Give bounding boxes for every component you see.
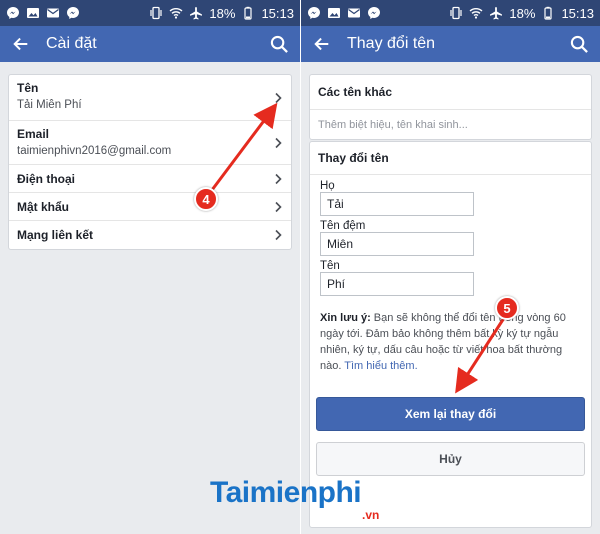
messenger-icon xyxy=(6,6,20,20)
name-fields: Họ Tên đệm Tên xyxy=(310,180,591,296)
chevron-right-icon xyxy=(275,173,282,184)
watermark-logo: Taimienphi .vn xyxy=(210,476,410,526)
vibrate-icon xyxy=(149,6,163,20)
messenger-icon xyxy=(367,6,381,20)
last-name-input[interactable] xyxy=(320,192,474,216)
status-bar: 18% 15:13 xyxy=(301,0,600,26)
app-bar: Cài đặt xyxy=(0,26,300,62)
page-title: Thay đổi tên xyxy=(347,35,436,52)
messenger-icon xyxy=(307,6,321,20)
settings-item-email[interactable]: Email taimienphivn2016@gmail.com xyxy=(9,121,291,165)
watermark-domain: .vn xyxy=(362,508,380,522)
app-bar: Thay đổi tên xyxy=(301,26,600,62)
settings-item-label: Email xyxy=(17,127,50,141)
screenshot-stage: 18% 15:13 Cài đặt Tên Tải Miên Phí Email… xyxy=(0,0,600,534)
image-icon xyxy=(327,6,341,20)
step-4-badge: 4 xyxy=(194,187,218,211)
settings-item-phone[interactable]: Điện thoại xyxy=(9,165,291,193)
review-changes-button[interactable]: Xem lại thay đổi xyxy=(316,397,585,431)
chevron-right-icon xyxy=(275,92,282,103)
other-names-card: Các tên khác Thêm biệt hiệu, tên khai si… xyxy=(309,74,592,140)
battery-percent: 18% xyxy=(209,5,236,21)
first-name-label: Tên xyxy=(320,260,340,272)
mail-icon xyxy=(347,6,361,20)
settings-card: Tên Tải Miên Phí Email taimienphivn2016@… xyxy=(8,74,292,250)
chevron-right-icon xyxy=(275,229,282,241)
clock: 15:13 xyxy=(261,5,294,21)
settings-item-label: Mạng liên kết xyxy=(17,228,94,242)
clock: 15:13 xyxy=(561,5,594,21)
settings-item-label: Điện thoại xyxy=(17,171,76,186)
watermark-text: Taimienphi xyxy=(210,476,362,509)
status-bar: 18% 15:13 xyxy=(0,0,300,26)
settings-item-value: taimienphivn2016@gmail.com xyxy=(17,145,172,157)
messenger-icon xyxy=(66,6,80,20)
settings-item-password[interactable]: Mật khẩu xyxy=(9,193,291,221)
battery-icon xyxy=(241,6,255,20)
back-arrow-icon[interactable] xyxy=(10,33,32,55)
battery-percent: 18% xyxy=(509,5,536,21)
settings-item-linked-networks[interactable]: Mạng liên kết xyxy=(9,221,291,249)
wifi-icon xyxy=(169,6,183,20)
settings-item-label: Mật khẩu xyxy=(17,199,70,214)
chevron-right-icon xyxy=(275,137,282,148)
settings-item-name[interactable]: Tên Tải Miên Phí xyxy=(9,75,291,121)
image-icon xyxy=(26,6,40,20)
airplane-icon xyxy=(189,6,203,20)
change-name-card: Thay đổi tên Họ Tên đệm Tên Xin lưu ý: B… xyxy=(309,141,592,528)
back-arrow-icon[interactable] xyxy=(311,33,333,55)
chevron-right-icon xyxy=(275,201,282,212)
search-icon[interactable] xyxy=(268,33,290,55)
middle-name-input[interactable] xyxy=(320,232,474,256)
cancel-button[interactable]: Hủy xyxy=(316,442,585,476)
wifi-icon xyxy=(469,6,483,20)
learn-more-link[interactable]: Tìm hiểu thêm. xyxy=(341,360,417,372)
name-change-note: Xin lưu ý: Bạn sẽ không thể đổi tên tron… xyxy=(320,310,581,374)
airplane-icon xyxy=(489,6,503,20)
page-title: Cài đặt xyxy=(46,35,97,52)
last-name-label: Họ xyxy=(320,180,335,192)
vibrate-icon xyxy=(449,6,463,20)
settings-item-label: Tên xyxy=(17,81,39,95)
mail-icon xyxy=(46,6,60,20)
battery-icon xyxy=(541,6,555,20)
note-bold-prefix: Xin lưu ý: xyxy=(320,312,371,324)
settings-item-value: Tải Miên Phí xyxy=(17,99,82,111)
change-name-screen: 18% 15:13 Thay đổi tên Các tên khác Thêm… xyxy=(301,0,600,534)
change-name-heading: Thay đổi tên xyxy=(310,142,591,175)
middle-name-label: Tên đệm xyxy=(320,220,366,232)
search-icon[interactable] xyxy=(568,33,590,55)
settings-screen: 18% 15:13 Cài đặt Tên Tải Miên Phí Email… xyxy=(0,0,300,534)
first-name-input[interactable] xyxy=(320,272,474,296)
other-names-heading: Các tên khác xyxy=(310,75,591,110)
step-5-badge: 5 xyxy=(495,296,519,320)
add-other-name-link[interactable]: Thêm biệt hiệu, tên khai sinh... xyxy=(310,110,591,139)
settings-list: Tên Tải Miên Phí Email taimienphivn2016@… xyxy=(0,74,300,250)
